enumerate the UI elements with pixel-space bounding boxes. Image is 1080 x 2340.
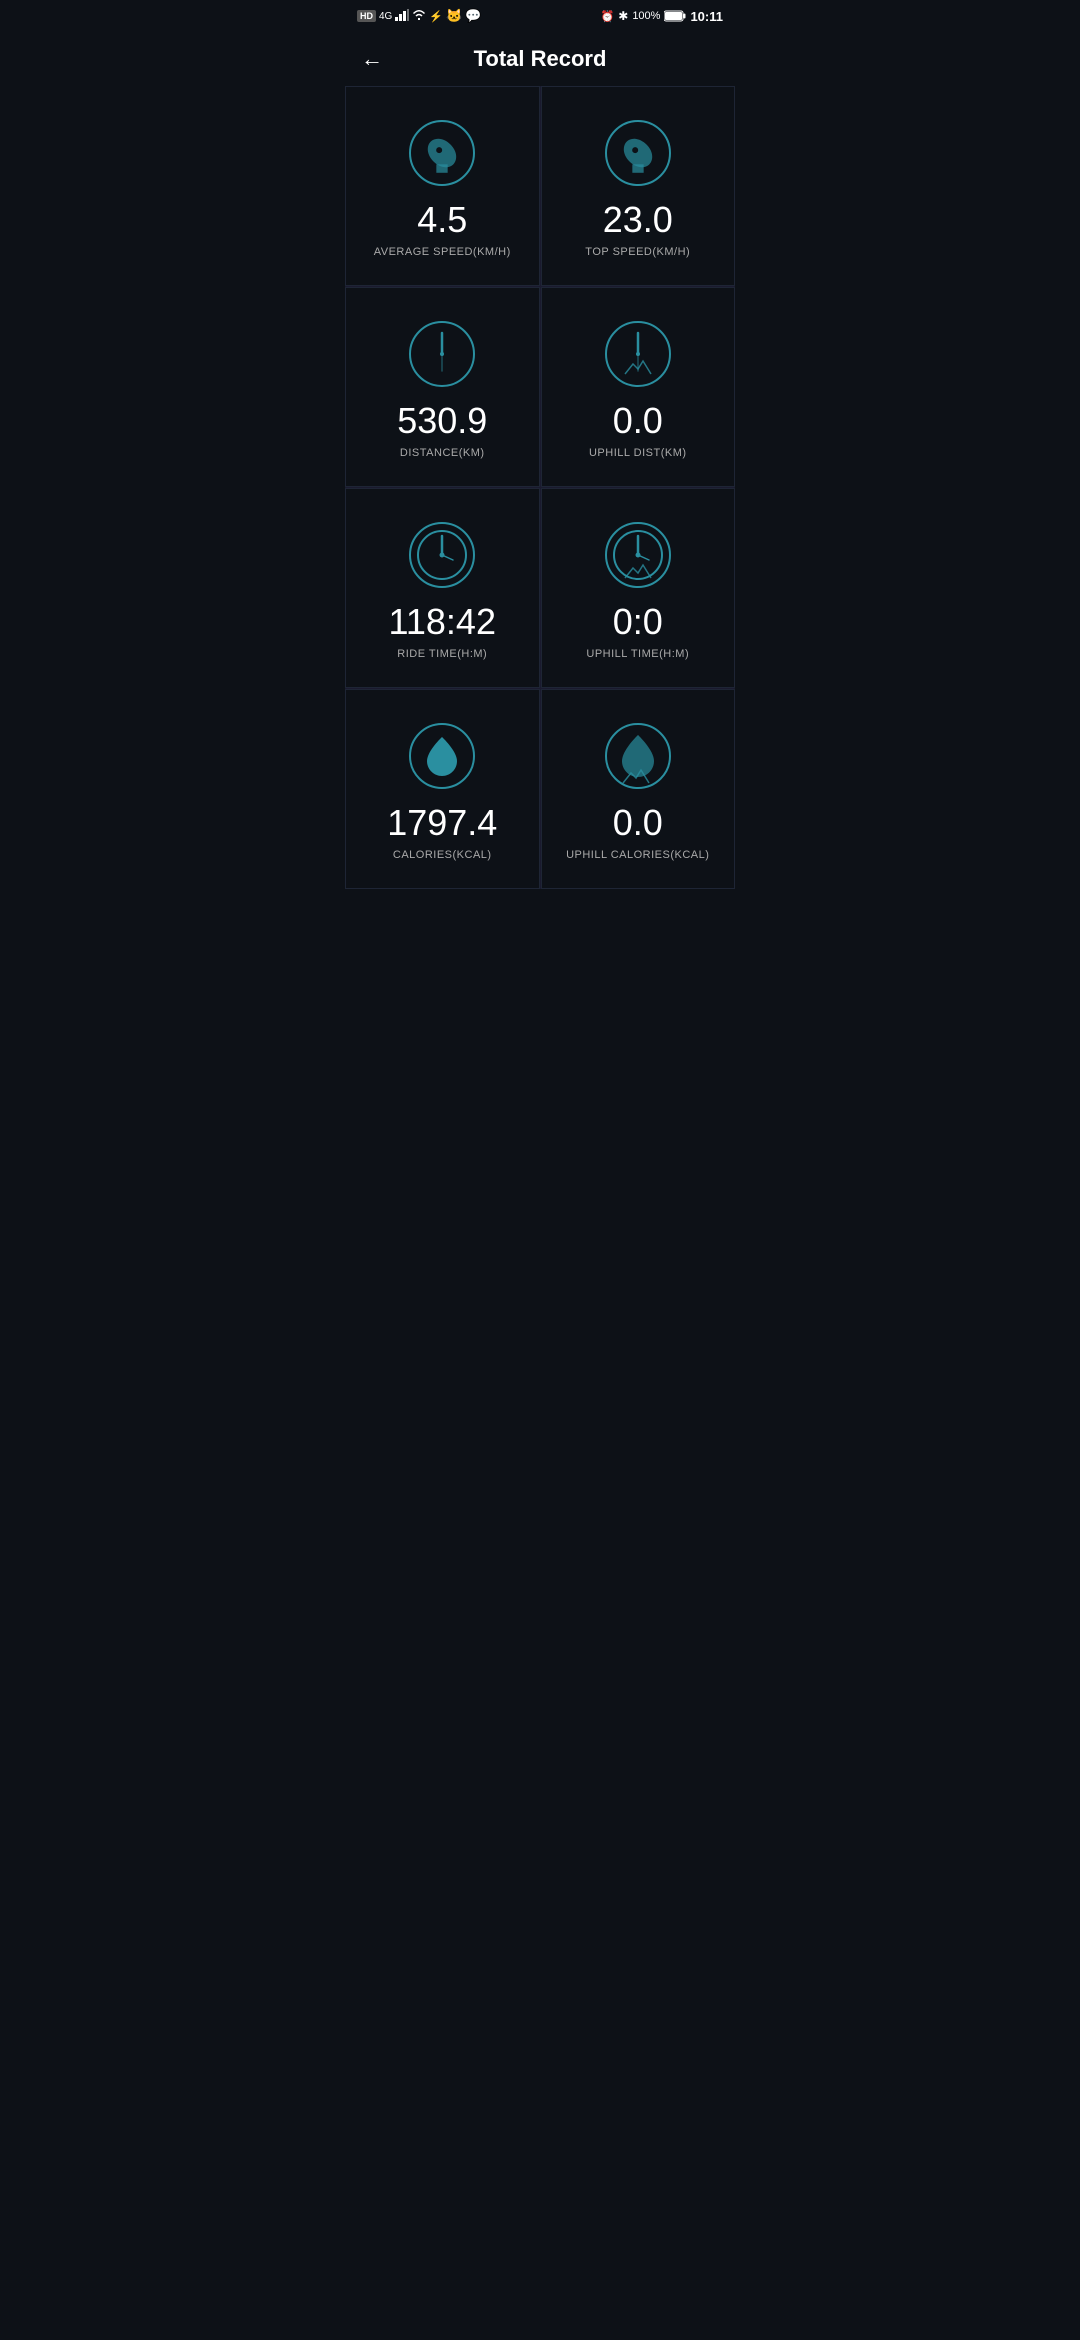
cat-icon: 🐱	[446, 8, 462, 24]
back-button[interactable]: ←	[361, 46, 383, 72]
stat-uphill-time: 0:0 UPHILL TIME(h:m)	[541, 488, 736, 688]
hd-badge: HD	[357, 10, 376, 22]
signal-bars	[395, 9, 409, 24]
battery-icon	[664, 10, 686, 22]
stat-uphill-calories: 0.0 UPHILL CALORIES(Kcal)	[541, 689, 736, 889]
page-title: Total Record	[361, 46, 719, 72]
clock-icon-uphill-time	[603, 520, 673, 590]
status-left-icons: HD 4G ⚡ 🐱 💬	[357, 8, 481, 24]
stat-top-speed: 23.0 TOP SPEED(km/h)	[541, 86, 736, 286]
status-right-icons: ⏰ ✱ 100% 10:11	[601, 9, 723, 24]
battery-percent: 100%	[632, 10, 660, 22]
ride-time-label: RIDE TIME(h:m)	[397, 648, 487, 660]
alarm-icon: ⏰	[601, 10, 615, 23]
calories-label: CALORIES(Kcal)	[393, 849, 492, 861]
drop-icon-uphill-cal	[603, 721, 673, 791]
distance-value: 530.9	[397, 401, 487, 441]
uphill-calories-label: UPHILL CALORIES(Kcal)	[566, 849, 709, 861]
avg-speed-label: AVERAGE SPEED(km/h)	[374, 246, 511, 258]
stat-distance: 530.9 DISTANCE(km)	[345, 287, 540, 487]
uphill-time-label: UPHILL TIME(h:m)	[586, 648, 689, 660]
rocket-icon-avg	[407, 118, 477, 188]
stat-uphill-dist: 0.0 UPHILL DIST(km)	[541, 287, 736, 487]
ride-time-value: 118:42	[389, 602, 496, 642]
avg-speed-value: 4.5	[417, 200, 467, 240]
wifi-icon	[412, 9, 426, 23]
top-speed-label: TOP SPEED(km/h)	[585, 246, 690, 258]
stats-grid: 4.5 AVERAGE SPEED(km/h) 23.0 TOP SPEED(k…	[345, 86, 735, 889]
time-display: 10:11	[690, 9, 723, 24]
stat-ride-time: 118:42 RIDE TIME(h:m)	[345, 488, 540, 688]
stat-avg-speed: 4.5 AVERAGE SPEED(km/h)	[345, 86, 540, 286]
uphill-calories-value: 0.0	[613, 803, 663, 843]
top-speed-value: 23.0	[603, 200, 673, 240]
uphill-dist-value: 0.0	[613, 401, 663, 441]
header: ← Total Record	[345, 32, 735, 86]
uphill-dist-label: UPHILL DIST(km)	[589, 447, 687, 459]
distance-label: DISTANCE(km)	[400, 447, 485, 459]
bottom-area	[345, 889, 735, 1289]
status-bar: HD 4G ⚡ 🐱 💬 ⏰ ✱ 100%	[345, 0, 735, 32]
drop-icon-calories	[407, 721, 477, 791]
clock-icon-ride	[407, 520, 477, 590]
rocket-icon-top	[603, 118, 673, 188]
uphill-time-value: 0:0	[613, 602, 663, 642]
calories-value: 1797.4	[387, 803, 497, 843]
compass-icon-uphill-dist	[603, 319, 673, 389]
stat-calories: 1797.4 CALORIES(Kcal)	[345, 689, 540, 889]
message-icon: 💬	[465, 8, 481, 24]
signal-4g: 4G	[379, 11, 392, 22]
usb-icon: ⚡	[429, 10, 443, 23]
compass-icon-dist	[407, 319, 477, 389]
bluetooth-icon: ✱	[618, 9, 628, 23]
